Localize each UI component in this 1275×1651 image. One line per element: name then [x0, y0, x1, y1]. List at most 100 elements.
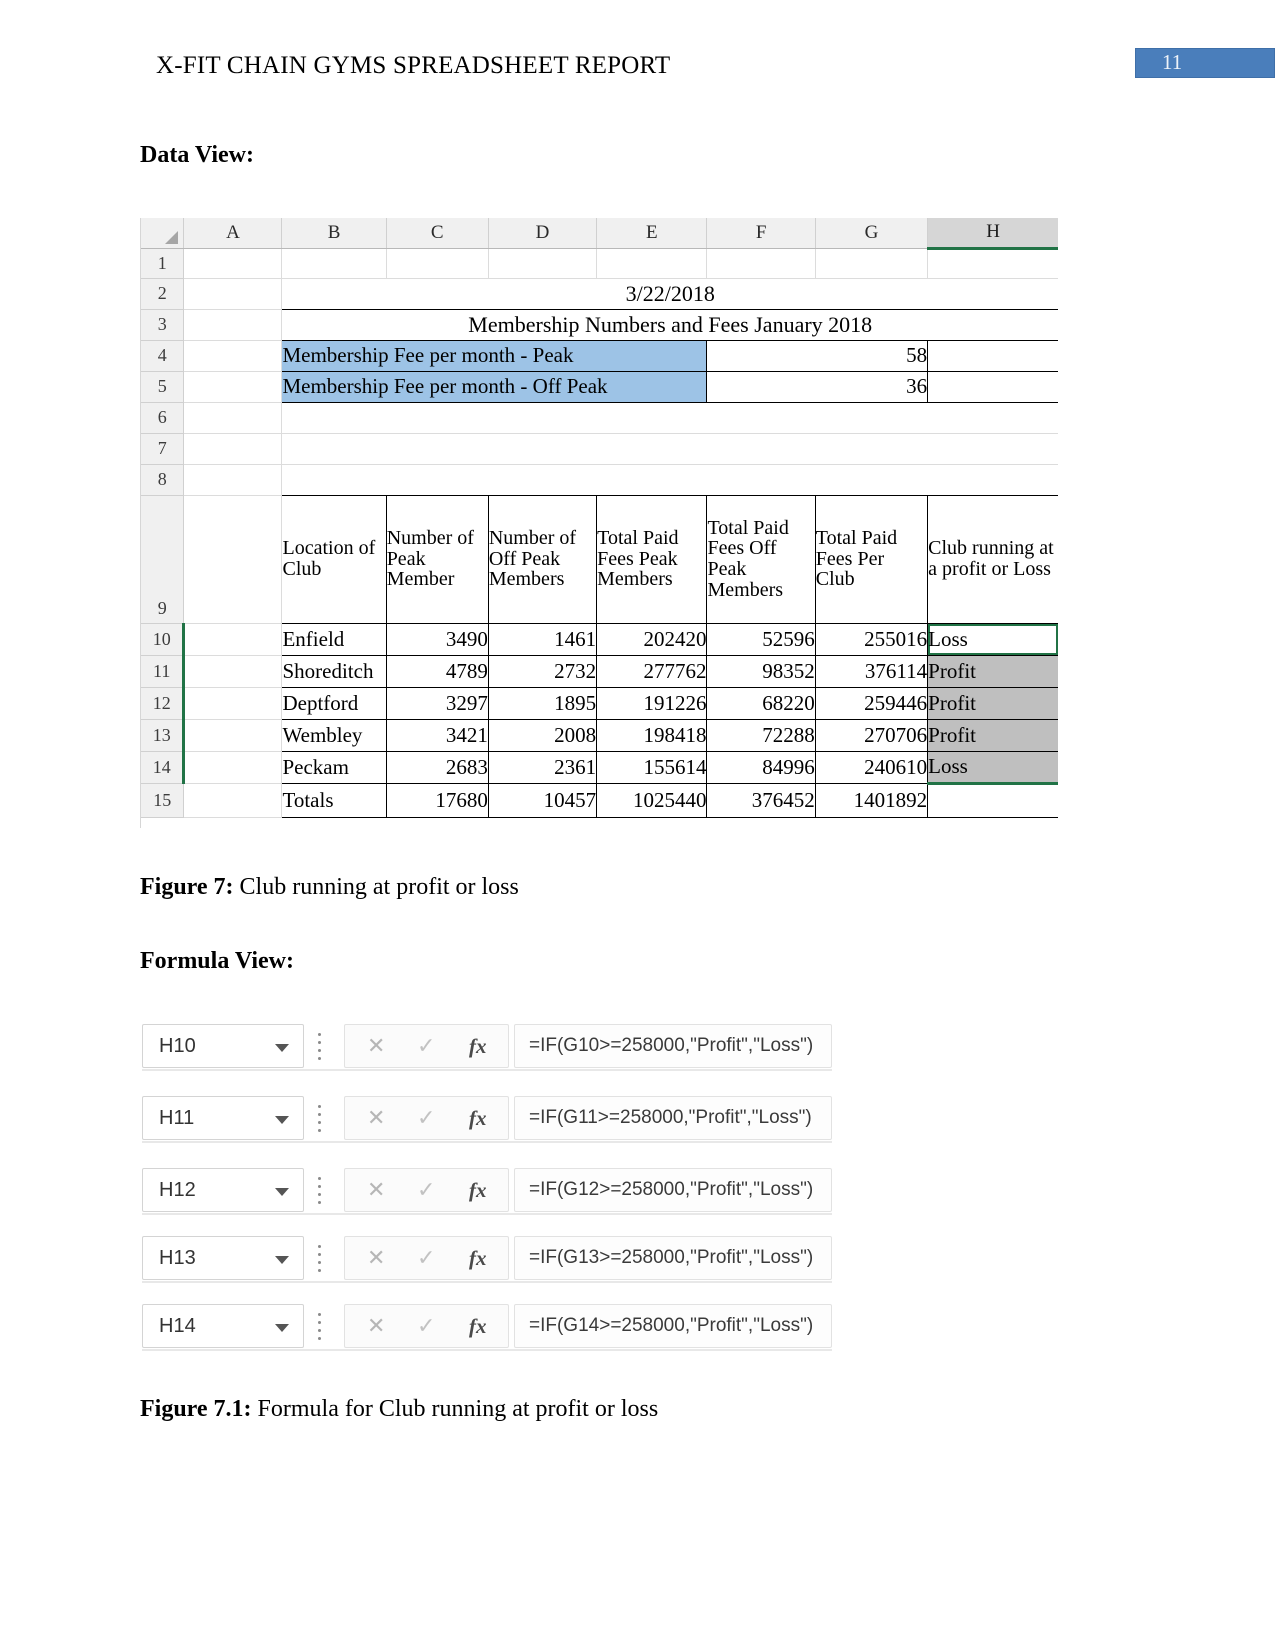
- cell-totals-peak[interactable]: 17680: [385, 782, 489, 818]
- cell-feesclub-shoreditch[interactable]: 376114: [814, 654, 929, 688]
- cell-totals-offpeak[interactable]: 10457: [487, 782, 598, 818]
- name-box-h14[interactable]: H14: [142, 1304, 304, 1348]
- cell-location-enfield[interactable]: Enfield: [281, 622, 387, 656]
- cell-feesoffpeak-wembley[interactable]: 72288: [706, 718, 816, 752]
- formula-input-h11[interactable]: =IF(G11>=258000,"Profit","Loss"): [514, 1096, 832, 1140]
- confirm-icon[interactable]: ✓: [417, 1033, 435, 1059]
- cell-offpeak-fee-label[interactable]: Membership Fee per month - Off Peak: [281, 370, 708, 403]
- cell-offpeak-shoreditch[interactable]: 2732: [487, 654, 598, 688]
- cell-feesoffpeak-deptford[interactable]: 68220: [706, 686, 816, 720]
- function-icon[interactable]: fx: [469, 1314, 487, 1339]
- cell-feesoffpeak-shoreditch[interactable]: 98352: [706, 654, 816, 688]
- column-header-d[interactable]: D: [488, 218, 598, 249]
- cell-status-enfield[interactable]: Loss: [927, 622, 1058, 656]
- table-header-location[interactable]: Location of Club: [281, 494, 387, 624]
- cell-f1[interactable]: [706, 248, 816, 279]
- cell-a7[interactable]: [183, 433, 283, 465]
- cell-feespeak-shoreditch[interactable]: 277762: [596, 654, 708, 688]
- cancel-icon[interactable]: ✕: [367, 1313, 385, 1339]
- cell-b1[interactable]: [281, 248, 387, 279]
- name-box-h13[interactable]: H13: [142, 1236, 304, 1280]
- cancel-icon[interactable]: ✕: [367, 1245, 385, 1271]
- cell-e1[interactable]: [596, 248, 708, 279]
- function-icon[interactable]: fx: [469, 1178, 487, 1203]
- row-header-5[interactable]: 5: [141, 371, 185, 403]
- cell-offpeak-deptford[interactable]: 1895: [487, 686, 598, 720]
- formula-input-h12[interactable]: =IF(G12>=258000,"Profit","Loss"): [514, 1168, 832, 1212]
- table-header-profit-or-loss[interactable]: Club running at a profit or Loss: [927, 494, 1058, 624]
- cell-feesoffpeak-enfield[interactable]: 52596: [706, 622, 816, 656]
- cell-totals-status[interactable]: [927, 782, 1058, 818]
- cell-title-merged[interactable]: Membership Numbers and Fees January 2018: [281, 308, 1058, 341]
- cell-a14[interactable]: [183, 751, 283, 784]
- cell-feesoffpeak-peckam[interactable]: 84996: [706, 750, 816, 784]
- cell-d1[interactable]: [488, 248, 598, 279]
- chevron-down-icon[interactable]: [275, 1116, 289, 1124]
- row-header-10[interactable]: 10: [141, 623, 186, 656]
- cell-status-deptford[interactable]: Profit: [927, 686, 1058, 720]
- cell-totals-label[interactable]: Totals: [281, 782, 387, 818]
- row-header-4[interactable]: 4: [141, 340, 185, 372]
- column-header-a[interactable]: A: [183, 218, 283, 249]
- cell-offpeak-peckam[interactable]: 2361: [487, 750, 598, 784]
- function-icon[interactable]: fx: [469, 1106, 487, 1131]
- cell-date-merged[interactable]: 3/22/2018: [281, 277, 1058, 310]
- cancel-icon[interactable]: ✕: [367, 1105, 385, 1131]
- cancel-icon[interactable]: ✕: [367, 1177, 385, 1203]
- cell-g1[interactable]: [815, 248, 929, 279]
- cell-peak-wembley[interactable]: 3421: [385, 718, 489, 752]
- confirm-icon[interactable]: ✓: [417, 1313, 435, 1339]
- cell-peak-fee-label[interactable]: Membership Fee per month - Peak: [281, 339, 708, 372]
- cell-b6-block[interactable]: [281, 402, 1058, 434]
- cell-peak-peckam[interactable]: 2683: [385, 750, 489, 784]
- cell-totals-feespeak[interactable]: 1025440: [596, 782, 708, 818]
- cell-h1[interactable]: [927, 248, 1058, 279]
- formula-input-h13[interactable]: =IF(G13>=258000,"Profit","Loss"): [514, 1236, 832, 1280]
- table-header-offpeak-members[interactable]: Number of Off Peak Members: [487, 494, 598, 624]
- cell-totals-feesclub[interactable]: 1401892: [814, 782, 929, 818]
- cell-offpeak-enfield[interactable]: 1461: [487, 622, 598, 656]
- formula-input-h10[interactable]: =IF(G10>=258000,"Profit","Loss"): [514, 1024, 832, 1068]
- table-header-fees-per-club[interactable]: Total Paid Fees Per Club: [814, 494, 929, 624]
- cell-feesclub-enfield[interactable]: 255016: [814, 622, 929, 656]
- row-header-8[interactable]: 8: [141, 464, 185, 496]
- cell-location-deptford[interactable]: Deptford: [281, 686, 387, 720]
- cell-feesclub-peckam[interactable]: 240610: [814, 750, 929, 784]
- cell-location-wembley[interactable]: Wembley: [281, 718, 387, 752]
- column-header-e[interactable]: E: [596, 218, 708, 249]
- cell-a15[interactable]: [183, 783, 283, 818]
- cell-a1[interactable]: [183, 248, 283, 279]
- cell-offpeak-fee-value[interactable]: 36: [706, 370, 929, 403]
- function-icon[interactable]: fx: [469, 1246, 487, 1271]
- cell-h4[interactable]: [927, 339, 1058, 372]
- row-header-12[interactable]: 12: [141, 687, 186, 720]
- cell-a8[interactable]: [183, 464, 283, 496]
- chevron-down-icon[interactable]: [275, 1324, 289, 1332]
- name-box-h10[interactable]: H10: [142, 1024, 304, 1068]
- row-header-15[interactable]: 15: [141, 783, 185, 818]
- cell-peak-enfield[interactable]: 3490: [385, 622, 489, 656]
- cell-c1[interactable]: [386, 248, 489, 279]
- cancel-icon[interactable]: ✕: [367, 1033, 385, 1059]
- row-header-3[interactable]: 3: [141, 309, 185, 341]
- function-icon[interactable]: fx: [469, 1034, 487, 1059]
- chevron-down-icon[interactable]: [275, 1188, 289, 1196]
- table-header-fees-peak[interactable]: Total Paid Fees Peak Members: [596, 494, 708, 624]
- row-header-2[interactable]: 2: [141, 278, 185, 310]
- cell-peak-deptford[interactable]: 3297: [385, 686, 489, 720]
- cell-h5[interactable]: [927, 370, 1058, 403]
- cell-a12[interactable]: [183, 687, 283, 720]
- cell-status-peckam[interactable]: Loss: [927, 750, 1058, 785]
- cell-status-shoreditch[interactable]: Profit: [927, 654, 1058, 688]
- cell-feespeak-deptford[interactable]: 191226: [596, 686, 708, 720]
- cell-location-shoreditch[interactable]: Shoreditch: [281, 654, 387, 688]
- row-header-1[interactable]: 1: [141, 248, 185, 279]
- cell-b8-block[interactable]: [281, 464, 1058, 496]
- cell-feespeak-wembley[interactable]: 198418: [596, 718, 708, 752]
- chevron-down-icon[interactable]: [275, 1256, 289, 1264]
- column-header-h-selected[interactable]: H: [927, 218, 1058, 250]
- cell-feespeak-enfield[interactable]: 202420: [596, 622, 708, 656]
- row-header-9[interactable]: 9: [141, 495, 185, 624]
- cell-offpeak-wembley[interactable]: 2008: [487, 718, 598, 752]
- cell-feesclub-wembley[interactable]: 270706: [814, 718, 929, 752]
